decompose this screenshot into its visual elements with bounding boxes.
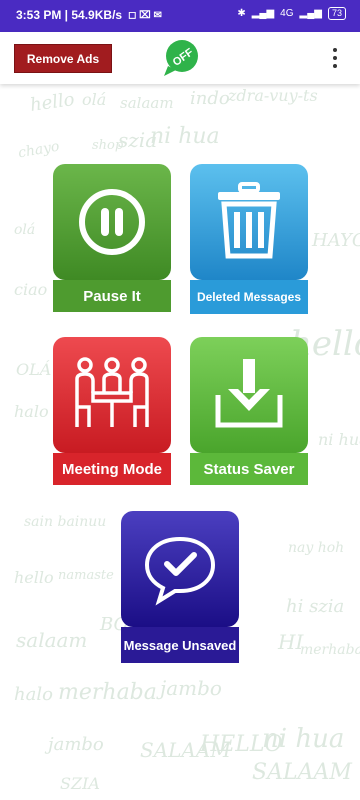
- bg-word: olá: [82, 90, 107, 109]
- bg-word: OLÁ: [16, 360, 52, 379]
- bg-word: ni hua: [318, 430, 360, 449]
- bg-word: salaam: [120, 94, 174, 112]
- bg-word: SALAAM: [252, 760, 352, 785]
- network-type: 4G: [280, 8, 294, 19]
- deleted-messages-label: Deleted Messages: [190, 280, 308, 314]
- battery-icon: 73: [327, 7, 346, 20]
- message-unsaved-tile[interactable]: Message Unsaved: [121, 511, 239, 663]
- status-saver-label: Status Saver: [190, 453, 308, 485]
- bg-word: halo: [14, 402, 49, 421]
- menu-dot: [333, 48, 337, 52]
- signal-icon-2: ▂▄▆: [299, 8, 322, 19]
- notification-icons: ◻ ⌧ ✉: [128, 9, 162, 21]
- bg-word: hello: [14, 568, 54, 587]
- menu-dot: [333, 64, 337, 68]
- bg-word: sain bainuu: [24, 514, 107, 530]
- status-right: ✱ ▂▄▆ 4G ▂▄▆ 73: [237, 7, 346, 20]
- app-bar: Remove Ads OFF: [0, 32, 360, 84]
- overflow-menu-button[interactable]: [326, 44, 344, 72]
- bg-word: ciao: [14, 280, 48, 299]
- remove-ads-button[interactable]: Remove Ads: [14, 44, 112, 73]
- bg-word: merhaba: [300, 642, 360, 658]
- bg-word: namaste: [58, 568, 114, 583]
- meeting-mode-label: Meeting Mode: [53, 453, 171, 485]
- bg-word: jambo: [160, 676, 222, 700]
- bg-word: nay hoh: [288, 540, 345, 556]
- bg-word: hello: [28, 88, 76, 117]
- bg-word: indo: [190, 88, 230, 109]
- menu-dot: [333, 56, 337, 60]
- bg-word: chayo: [16, 138, 61, 162]
- bg-word: olá: [14, 222, 36, 238]
- trash-icon: [218, 182, 280, 259]
- bg-word: salaam: [16, 628, 88, 652]
- status-time-speed: 3:53 PM | 54.9KB/s: [16, 8, 123, 22]
- deleted-messages-tile[interactable]: Deleted Messages: [190, 164, 308, 320]
- bg-word: SZIA: [60, 774, 100, 793]
- bluetooth-icon: ✱: [237, 8, 246, 19]
- bg-word: ni hua: [262, 724, 345, 754]
- message-check-icon: [144, 536, 216, 606]
- download-icon: [215, 359, 283, 428]
- signal-icon: ▂▄▆: [251, 8, 275, 19]
- off-toggle-button[interactable]: OFF: [160, 38, 200, 78]
- pause-it-tile[interactable]: Pause It: [53, 164, 171, 318]
- bg-word: halo: [14, 684, 53, 705]
- bg-word: HAYO: [312, 230, 360, 251]
- bg-word: hi szia: [286, 596, 345, 617]
- message-unsaved-label: Message Unsaved: [121, 627, 239, 663]
- bg-word: ni hua: [150, 124, 220, 149]
- pause-it-label: Pause It: [53, 280, 171, 312]
- bg-word: jambo: [48, 734, 104, 755]
- bg-word: merhaba: [58, 680, 157, 705]
- meeting-mode-tile[interactable]: Meeting Mode: [53, 337, 171, 491]
- meeting-icon: [75, 357, 149, 427]
- status-left: 3:53 PM | 54.9KB/s ◻ ⌧ ✉: [16, 8, 162, 22]
- pause-icon: [79, 189, 145, 255]
- status-saver-tile[interactable]: Status Saver: [190, 337, 308, 491]
- bg-word: zdra-vuy-ts: [228, 86, 318, 105]
- whatsapp-off-icon: OFF: [164, 40, 198, 76]
- status-bar: 3:53 PM | 54.9KB/s ◻ ⌧ ✉ ✱ ▂▄▆ 4G ▂▄▆ 73: [0, 0, 360, 32]
